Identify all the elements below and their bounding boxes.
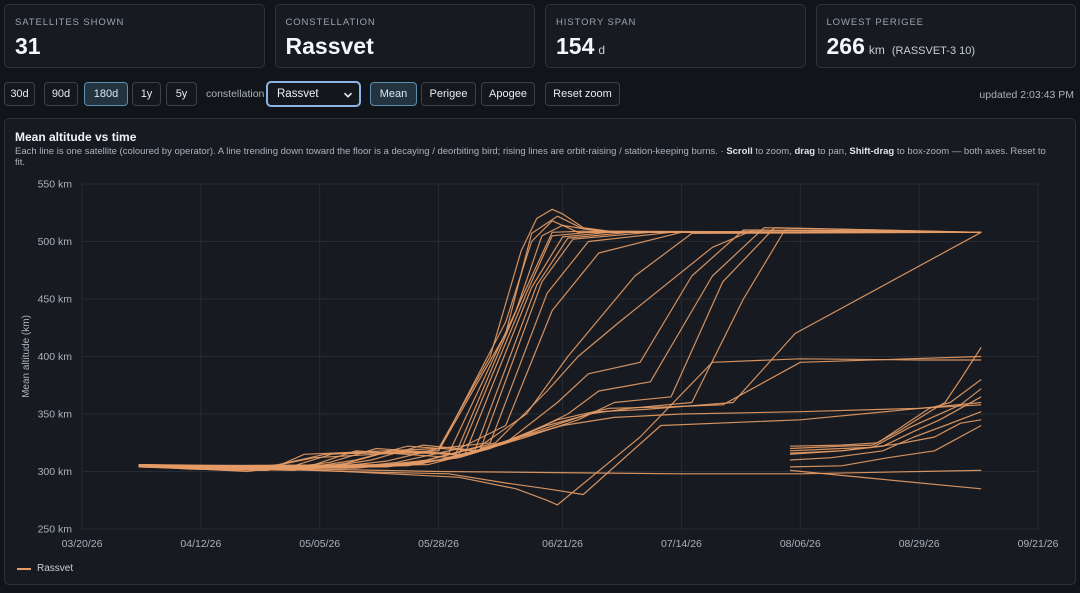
altitude-chart[interactable]: 550 km 500 km 450 km 400 km 350 km 300 km 250 … <box>5 119 1075 584</box>
range-90d-button[interactable]: 90d <box>44 82 78 106</box>
chevron-down-icon <box>343 92 353 98</box>
stat-value: 154 d <box>556 33 795 60</box>
legend-swatch <box>17 567 31 570</box>
satellite-line <box>138 358 982 506</box>
satellite-line <box>138 230 982 471</box>
x-tick-label: 08/29/26 <box>899 538 940 550</box>
chart-panel: Mean altitude vs time Each line is one s… <box>4 118 1076 585</box>
range-180d-button[interactable]: 180d <box>84 82 128 106</box>
satellite-line <box>138 227 982 467</box>
metric-mean-button[interactable]: Mean <box>370 82 417 106</box>
x-tick-label: 08/06/26 <box>780 538 821 550</box>
x-tick-label: 05/28/26 <box>418 538 459 550</box>
stat-label: Satellites shown <box>15 17 125 28</box>
satellite-line <box>138 231 982 468</box>
satellite-line <box>789 346 982 450</box>
x-tick-label: 04/12/26 <box>180 538 221 550</box>
satellite-line <box>138 231 982 469</box>
y-tick-label: 300 km <box>38 466 73 478</box>
y-tick-label: 400 km <box>38 351 73 363</box>
satellite-line <box>138 355 982 468</box>
stat-label: History span <box>556 17 637 28</box>
satellite-line <box>789 424 982 468</box>
stat-value-number: 154 <box>556 33 595 59</box>
y-tick-label: 500 km <box>38 236 73 248</box>
stat-card-lowest-perigee: Lowest perigee 266 km (RASSVET-3 10) <box>815 4 1076 68</box>
metric-apogee-button[interactable]: Apogee <box>481 82 535 106</box>
stat-card-history-span: History span 154 d <box>545 4 806 68</box>
constellation-select-value: Rassvet <box>277 88 319 100</box>
x-tick-label: 09/21/26 <box>1018 538 1059 550</box>
range-5y-button[interactable]: 5y <box>166 82 197 106</box>
stat-value-text: Rassvet <box>285 33 374 59</box>
legend-label: Rassvet <box>37 563 74 574</box>
chart-legend[interactable]: Rassvet <box>17 563 73 574</box>
y-axis-label: Mean altitude (km) <box>21 315 32 398</box>
stat-label: Constellation <box>285 17 376 28</box>
x-tick-label: 07/14/26 <box>661 538 702 550</box>
constellation-label: constellation <box>206 88 265 100</box>
stat-value: 266 km (RASSVET-3 10) <box>827 33 1066 60</box>
stat-satellite-name: (RASSVET-3 10) <box>891 45 976 57</box>
satellite-line <box>138 231 982 469</box>
constellation-select[interactable]: Rassvet <box>266 81 361 107</box>
satellite-line <box>138 215 982 470</box>
toolbar: 30d 90d 180d 1y 5y constellation Rassvet… <box>0 80 1080 108</box>
stat-card-satellites: Satellites shown 31 <box>4 4 265 68</box>
reset-zoom-button[interactable]: Reset zoom <box>545 82 620 106</box>
y-tick-label: 550 km <box>38 179 73 191</box>
satellite-line <box>789 469 982 490</box>
satellite-line <box>138 229 982 468</box>
satellite-line <box>138 231 982 471</box>
satellite-line <box>138 231 982 469</box>
satellite-line <box>138 227 982 468</box>
updated-timestamp: updated 2:03:43 PM <box>979 89 1074 101</box>
stats-row: Satellites shown 31 Constellation Rassve… <box>4 4 1076 68</box>
metric-perigee-button[interactable]: Perigee <box>421 82 476 106</box>
y-tick-label: 250 km <box>38 524 73 536</box>
stat-card-constellation: Constellation Rassvet <box>274 4 535 68</box>
range-1y-button[interactable]: 1y <box>132 82 161 106</box>
y-tick-label: 350 km <box>38 409 73 421</box>
x-tick-label: 03/20/26 <box>62 538 103 550</box>
x-tick-label: 05/05/26 <box>299 538 340 550</box>
satellite-line <box>138 229 982 468</box>
stat-label: Lowest perigee <box>826 17 924 28</box>
satellite-line <box>138 229 982 468</box>
satellite-line <box>138 231 982 469</box>
satellite-line <box>138 231 982 467</box>
satellite-line <box>138 224 982 473</box>
stat-value: Rassvet <box>286 33 525 60</box>
stat-unit: km <box>868 43 885 57</box>
x-tick-label: 06/21/26 <box>542 538 583 550</box>
satellite-line <box>138 208 982 471</box>
stat-value-number: 266 <box>826 33 865 59</box>
satellite-line <box>138 220 982 471</box>
range-30d-button[interactable]: 30d <box>4 82 35 106</box>
satellite-line <box>138 231 982 470</box>
stat-value-number: 31 <box>15 33 41 59</box>
y-tick-label: 450 km <box>38 294 73 306</box>
stat-value: 31 <box>15 33 254 60</box>
stat-unit: d <box>598 43 606 57</box>
